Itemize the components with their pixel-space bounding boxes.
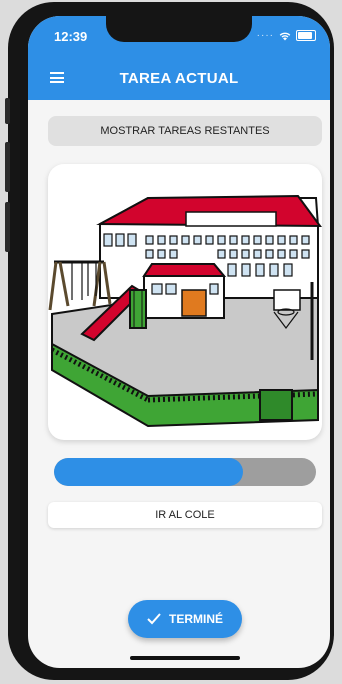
status-icons: ···· [257, 30, 316, 41]
status-time: 12:39 [54, 29, 88, 44]
task-pictogram-card [48, 164, 322, 440]
signal-icon: ···· [256, 30, 274, 41]
home-indicator[interactable] [130, 656, 240, 660]
task-progress-bar [54, 458, 316, 486]
school-building-pictogram [48, 194, 322, 428]
screen: 12:39 ···· TAREA ACTUAL MOSTRAR TAREAS R… [28, 16, 330, 668]
show-remaining-tasks-button[interactable]: MOSTRAR TAREAS RESTANTES [48, 116, 322, 146]
current-task-name: IR AL COLE [48, 502, 322, 528]
wifi-icon [279, 32, 291, 40]
done-button[interactable]: TERMINÉ [128, 600, 242, 638]
battery-icon [296, 30, 316, 41]
task-progress-fill [54, 458, 243, 486]
done-button-label: TERMINÉ [169, 612, 223, 626]
check-icon [147, 613, 161, 625]
volume-down-button [5, 202, 10, 252]
page-title: TAREA ACTUAL [119, 70, 239, 87]
mute-switch [5, 98, 10, 124]
volume-up-button [5, 142, 10, 192]
notch [106, 16, 252, 42]
app-bar: 12:39 ···· TAREA ACTUAL [28, 16, 330, 100]
phone-frame: 12:39 ···· TAREA ACTUAL MOSTRAR TAREAS R… [5, 2, 334, 680]
